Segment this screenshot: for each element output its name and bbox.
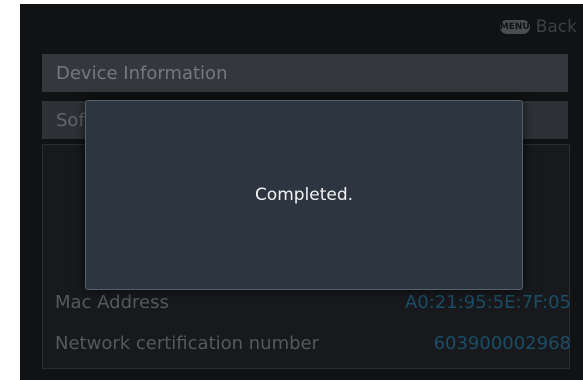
mac-address-label: Mac Address <box>55 291 169 313</box>
network-certification-label: Network certification number <box>55 332 320 354</box>
menu-item-label: Device Information <box>56 62 228 84</box>
dialog-message: Completed. <box>254 185 354 205</box>
info-row-mac-address: Mac Address A0:21:95:5E:7F:05 <box>55 288 571 316</box>
mac-address-value: A0:21:95:5E:7F:05 <box>404 291 571 313</box>
menu-button-icon: MENU <box>499 20 530 34</box>
completed-dialog[interactable]: Completed. <box>85 100 523 290</box>
back-label: Back <box>535 17 577 37</box>
menu-item-device-information[interactable]: Device Information <box>42 54 568 92</box>
back-button[interactable]: MENU Back <box>499 14 577 40</box>
device-screen: MENU Back Device Information Sof Mac Add… <box>20 4 583 380</box>
info-row-network-certification: Network certification number 60390000296… <box>55 329 571 357</box>
menu-item-label: Sof <box>56 109 85 131</box>
network-certification-value: 603900002968 <box>433 332 571 354</box>
